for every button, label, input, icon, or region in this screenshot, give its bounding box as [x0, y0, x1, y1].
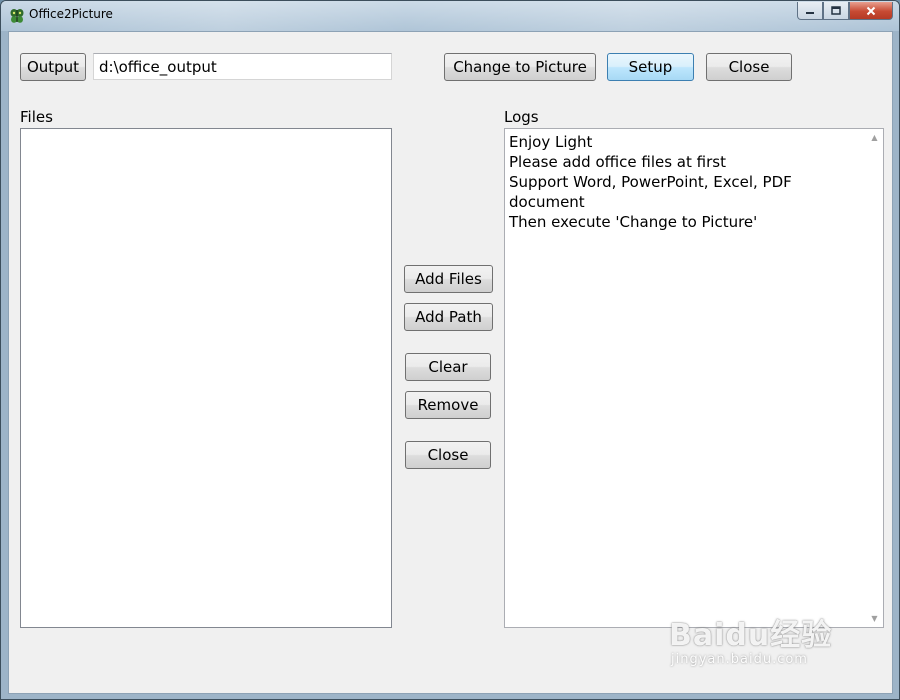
add-files-button[interactable]: Add Files — [404, 265, 493, 293]
title-bar[interactable]: Office2Picture — [1, 1, 899, 31]
change-to-picture-button[interactable]: Change to Picture — [444, 53, 596, 81]
log-line: Then execute 'Change to Picture' — [509, 213, 758, 231]
close-icon — [866, 6, 876, 15]
output-path-input[interactable] — [93, 53, 392, 80]
remove-button[interactable]: Remove — [405, 391, 491, 419]
log-line: Please add office files at first — [509, 153, 726, 171]
scroll-down-icon[interactable]: ▼ — [866, 610, 883, 627]
log-line: Enjoy Light — [509, 133, 593, 151]
caption-buttons — [797, 2, 893, 20]
add-path-button[interactable]: Add Path — [404, 303, 493, 331]
logs-scrollbar[interactable]: ▲ ▼ — [866, 129, 883, 627]
app-window: Office2Picture Output Change to Picture … — [0, 0, 900, 700]
scroll-up-icon[interactable]: ▲ — [866, 129, 883, 146]
watermark-url: jingyan.baidu.com — [671, 652, 808, 667]
minimize-icon — [806, 11, 814, 14]
output-button[interactable]: Output — [20, 53, 86, 81]
setup-button[interactable]: Setup — [607, 53, 694, 81]
window-title: Office2Picture — [29, 7, 113, 21]
close-button-top[interactable]: Close — [706, 53, 792, 81]
minimize-button[interactable] — [797, 2, 823, 20]
logs-content: Enjoy Light Please add office files at f… — [509, 132, 865, 232]
files-list[interactable] — [20, 128, 392, 628]
client-area: Output Change to Picture Setup Close Fil… — [8, 31, 893, 694]
files-label: Files — [20, 108, 53, 126]
close-button-middle[interactable]: Close — [405, 441, 491, 469]
close-window-button[interactable] — [849, 2, 893, 20]
log-line: Support Word, PowerPoint, Excel, PDF — [509, 173, 792, 191]
butterfly-icon — [10, 9, 24, 23]
logs-label: Logs — [504, 108, 539, 126]
logs-textarea[interactable]: Enjoy Light Please add office files at f… — [504, 128, 884, 628]
log-line: document — [509, 193, 585, 211]
clear-button[interactable]: Clear — [405, 353, 491, 381]
maximize-icon — [831, 6, 841, 15]
maximize-button[interactable] — [823, 2, 849, 20]
